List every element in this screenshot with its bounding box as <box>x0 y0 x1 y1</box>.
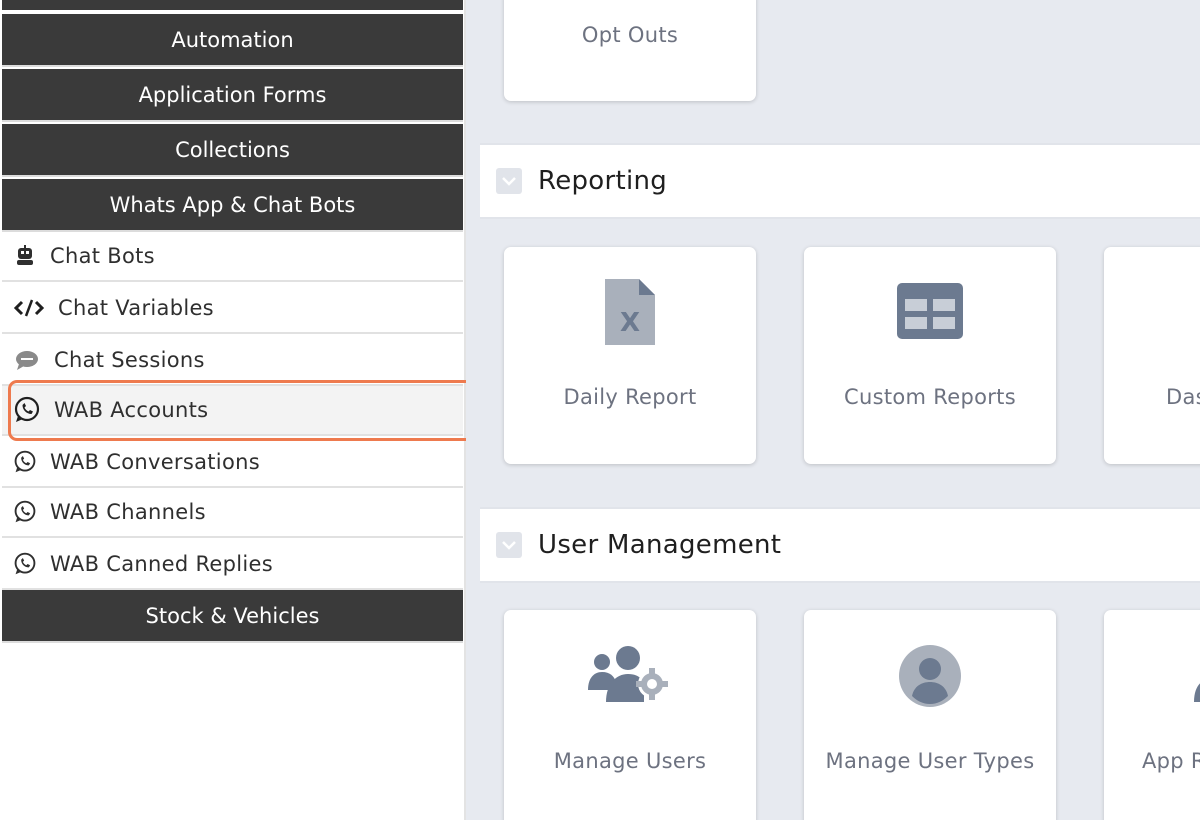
card-label: Manage User Types <box>825 749 1035 773</box>
card-label: Custom Reports <box>844 385 1016 409</box>
sidebar-item-wab-channels[interactable]: WAB Channels <box>2 488 463 538</box>
sidebar-item-wab-canned-replies[interactable]: WAB Canned Replies <box>2 540 463 590</box>
sidebar: Automation Application Forms Collections… <box>0 0 484 820</box>
section-reporting-header[interactable]: Reporting <box>480 143 1200 219</box>
card-label: App R <box>1142 749 1200 773</box>
chevron-down-icon[interactable] <box>496 532 522 558</box>
main-content: Opt Outs Reporting X Daily Report Custom… <box>466 0 1200 820</box>
sidebar-item-wab-accounts[interactable]: WAB Accounts <box>2 386 463 436</box>
sidebar-header-label: Stock & Vehicles <box>145 603 320 628</box>
app-window: Automation Application Forms Collections… <box>0 0 1200 820</box>
section-user-management-header[interactable]: User Management <box>480 507 1200 583</box>
card-app-partial[interactable]: App R <box>1104 610 1200 820</box>
whatsapp-icon <box>12 449 38 475</box>
users-gear-icon <box>588 644 672 708</box>
sms-bubble-icon <box>12 347 42 373</box>
whatsapp-icon <box>12 396 42 423</box>
sidebar-header-collections[interactable]: Collections <box>2 124 463 177</box>
card-manage-users[interactable]: Manage Users <box>504 610 756 820</box>
card-opt-outs[interactable]: Opt Outs <box>504 0 756 101</box>
sidebar-item-label: WAB Channels <box>50 500 206 524</box>
card-label: Daily Report <box>563 385 697 409</box>
card-dashboard-partial[interactable]: Das <box>1104 247 1200 464</box>
section-title: User Management <box>538 530 782 560</box>
sidebar-header-partial[interactable] <box>2 0 463 12</box>
section-title: Reporting <box>538 166 668 196</box>
dashboard-icon <box>1194 295 1200 339</box>
card-manage-user-types[interactable]: Manage User Types <box>804 610 1056 820</box>
sidebar-header-label: Automation <box>171 27 294 52</box>
card-label: Opt Outs <box>581 23 679 47</box>
whatsapp-icon <box>12 551 38 577</box>
sidebar-header-label: Collections <box>175 137 290 162</box>
sidebar-header-automation[interactable]: Automation <box>2 14 463 67</box>
sidebar-item-chat-bots[interactable]: Chat Bots <box>2 232 463 282</box>
sidebar-item-chat-variables[interactable]: Chat Variables <box>2 284 463 334</box>
sidebar-item-label: Chat Sessions <box>54 348 205 372</box>
excel-file-icon: X <box>605 279 655 349</box>
user-circle-icon <box>898 644 962 712</box>
table-icon <box>897 283 963 343</box>
sidebar-item-wab-conversations[interactable]: WAB Conversations <box>2 438 463 488</box>
sidebar-header-label: Whats App & Chat Bots <box>109 192 356 217</box>
chevron-down-icon[interactable] <box>496 168 522 194</box>
code-icon <box>12 295 46 321</box>
card-label: Das <box>1166 385 1200 409</box>
sidebar-item-label: WAB Conversations <box>50 450 260 474</box>
sidebar-header-application-forms[interactable]: Application Forms <box>2 69 463 122</box>
sidebar-header-stock-vehicles[interactable]: Stock & Vehicles <box>2 590 463 643</box>
svg-text:X: X <box>620 308 640 338</box>
card-daily-report[interactable]: X Daily Report <box>504 247 756 464</box>
sidebar-item-label: Chat Variables <box>58 296 214 320</box>
sidebar-item-label: WAB Canned Replies <box>50 552 273 576</box>
sidebar-item-label: Chat Bots <box>50 244 155 268</box>
sidebar-item-chat-sessions[interactable]: Chat Sessions <box>2 336 463 386</box>
sidebar-header-whatsapp-chatbots[interactable]: Whats App & Chat Bots <box>2 179 463 232</box>
whatsapp-icon <box>12 499 38 525</box>
robot-icon <box>12 243 38 269</box>
card-custom-reports[interactable]: Custom Reports <box>804 247 1056 464</box>
sidebar-item-label: WAB Accounts <box>54 398 209 422</box>
user-icon <box>1188 670 1200 714</box>
sidebar-header-label: Application Forms <box>138 82 327 107</box>
card-label: Manage Users <box>553 749 707 773</box>
